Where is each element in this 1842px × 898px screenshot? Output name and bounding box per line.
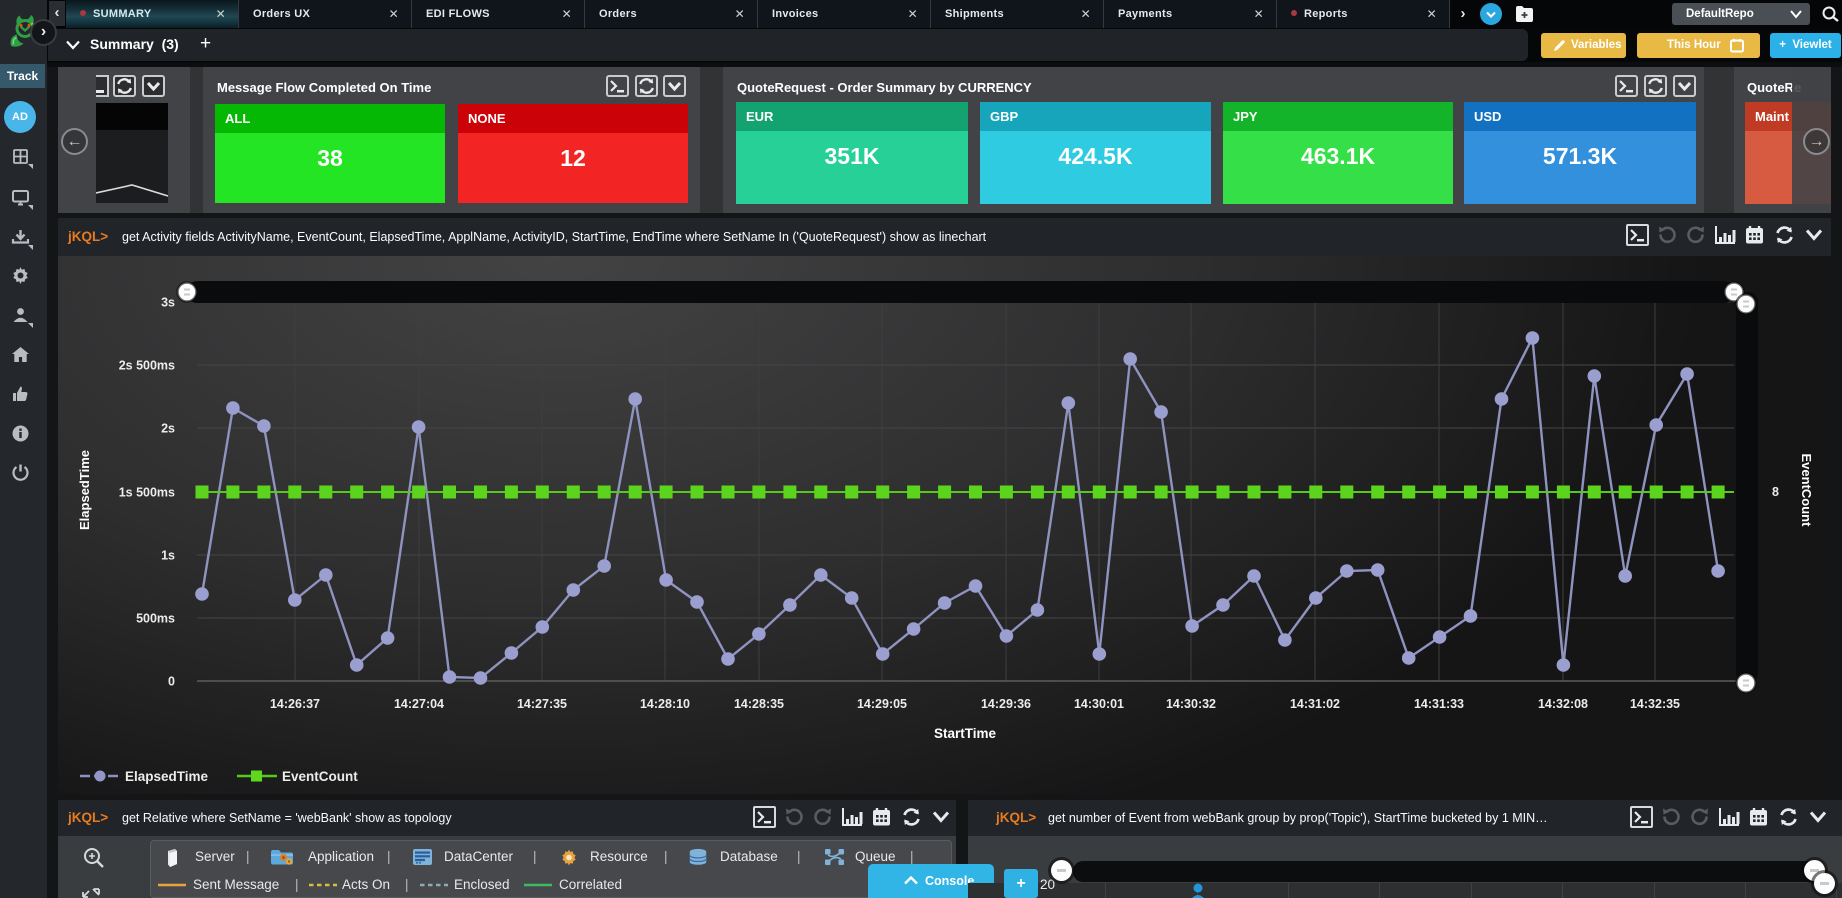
svg-text:14:28:10: 14:28:10 — [640, 697, 690, 711]
svg-text:2s 500ms: 2s 500ms — [119, 359, 175, 373]
svg-text:500ms: 500ms — [136, 612, 175, 626]
svg-text:1s 500ms: 1s 500ms — [119, 486, 175, 500]
svg-text:EventCount: EventCount — [282, 769, 358, 784]
svg-text:StartTime: StartTime — [934, 726, 997, 741]
svg-text:14:27:35: 14:27:35 — [517, 697, 567, 711]
svg-text:14:32:35: 14:32:35 — [1630, 697, 1680, 711]
svg-text:ElapsedTime: ElapsedTime — [125, 769, 209, 784]
svg-text:8: 8 — [1772, 485, 1779, 499]
svg-text:0: 0 — [168, 675, 175, 689]
svg-text:14:30:32: 14:30:32 — [1166, 697, 1216, 711]
svg-text:14:26:37: 14:26:37 — [270, 697, 320, 711]
svg-text:14:31:02: 14:31:02 — [1290, 697, 1340, 711]
svg-text:ElapsedTime: ElapsedTime — [77, 450, 92, 530]
svg-text:3s: 3s — [161, 296, 175, 310]
svg-text:2s: 2s — [161, 422, 175, 436]
svg-text:1s: 1s — [161, 549, 175, 563]
svg-text:14:27:04: 14:27:04 — [394, 697, 444, 711]
svg-text:14:30:01: 14:30:01 — [1074, 697, 1124, 711]
svg-text:14:31:33: 14:31:33 — [1414, 697, 1464, 711]
svg-text:14:32:08: 14:32:08 — [1538, 697, 1588, 711]
svg-text:14:29:05: 14:29:05 — [857, 697, 907, 711]
svg-text:14:29:36: 14:29:36 — [981, 697, 1031, 711]
svg-text:EventCount: EventCount — [1799, 454, 1814, 528]
svg-text:14:28:35: 14:28:35 — [734, 697, 784, 711]
